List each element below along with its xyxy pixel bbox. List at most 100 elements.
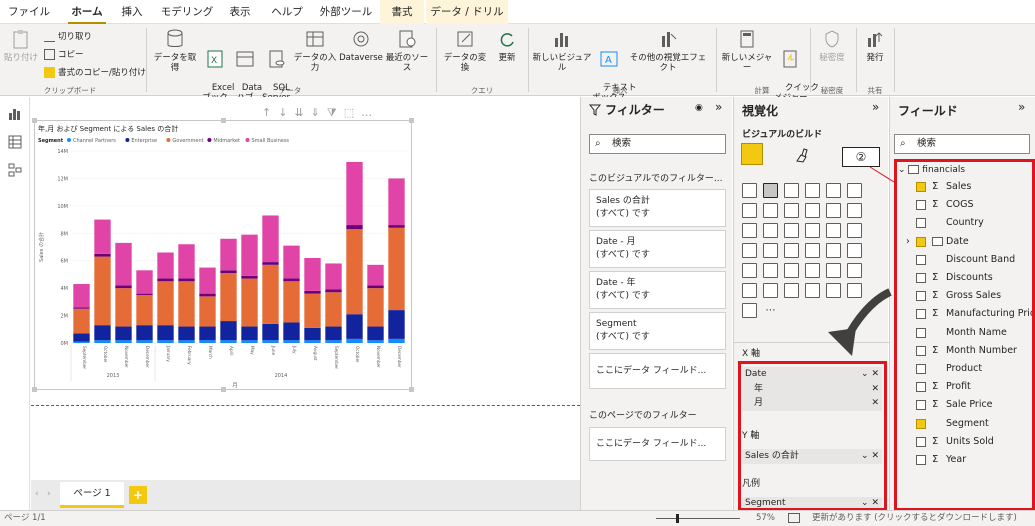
bar-segment[interactable]	[346, 338, 363, 343]
tab-external-tools[interactable]: 外部ツール	[316, 0, 376, 24]
new-measure-button[interactable]: 新しいメジャー	[720, 24, 774, 73]
decomposition-chart-icon[interactable]	[742, 283, 757, 298]
filled-map-chart-icon[interactable]	[763, 243, 778, 258]
bar-segment[interactable]	[367, 264, 384, 286]
bar-segment[interactable]	[157, 325, 174, 341]
more-options-icon[interactable]: …	[361, 106, 379, 119]
bar-segment[interactable]	[283, 245, 300, 279]
bar-segment[interactable]	[262, 215, 279, 263]
bar-segment[interactable]	[367, 340, 384, 343]
legend-item[interactable]: Channel Partners	[73, 138, 116, 144]
more-visuals-button[interactable]: その他の視覚エフェクト	[626, 24, 710, 73]
collapse-icon[interactable]: »	[872, 100, 879, 114]
bar-segment[interactable]	[136, 325, 153, 341]
bar-segment[interactable]	[241, 326, 258, 341]
bar-segment[interactable]	[388, 338, 405, 343]
stacked-bar-chart-icon[interactable]	[742, 183, 757, 198]
bar-segment[interactable]	[73, 308, 90, 334]
refresh-button[interactable]: 更新	[492, 24, 522, 63]
bar-segment[interactable]	[115, 326, 132, 341]
bar-segment[interactable]	[94, 253, 111, 257]
tab-file[interactable]: ファイル	[6, 0, 52, 24]
bar-segment[interactable]	[388, 310, 405, 339]
map-chart-icon[interactable]	[742, 243, 757, 258]
bar-segment[interactable]	[388, 178, 405, 226]
expand-next-icon[interactable]: ⇓	[311, 106, 327, 119]
bar-segment[interactable]	[136, 270, 153, 294]
stacked-area-chart-icon[interactable]	[784, 203, 799, 218]
collapse-icon[interactable]: »	[715, 100, 722, 114]
enter-data-button[interactable]: データの入力	[291, 24, 339, 73]
bar-segment[interactable]	[178, 244, 195, 279]
bar-segment[interactable]	[157, 281, 174, 326]
add-field-dropzone[interactable]: ここにデータ フィールド...	[589, 353, 726, 389]
bar-segment[interactable]	[136, 340, 153, 343]
cut-button[interactable]: 切り取り	[44, 30, 92, 44]
legend-item[interactable]: Enterprise	[131, 138, 157, 144]
tab-modeling[interactable]: モデリング	[160, 0, 214, 24]
tab-help[interactable]: ヘルプ	[268, 0, 306, 24]
area-chart-icon[interactable]	[763, 203, 778, 218]
model-view-icon[interactable]	[8, 163, 22, 177]
bar-segment[interactable]	[178, 326, 195, 341]
bar-segment[interactable]	[94, 256, 111, 326]
slicer-chart-icon[interactable]	[742, 263, 757, 278]
bar-segment[interactable]	[262, 264, 279, 324]
bar-segment[interactable]	[241, 234, 258, 276]
bar-segment[interactable]	[304, 257, 321, 291]
build-visual-tab[interactable]	[741, 143, 763, 165]
add-page-field-dropzone[interactable]: ここにデータ フィールド...	[589, 427, 726, 461]
bar-segment[interactable]	[283, 322, 300, 341]
bar-segment[interactable]	[325, 263, 342, 290]
transform-data-button[interactable]: データの変換	[440, 24, 490, 73]
report-view-icon[interactable]	[8, 107, 22, 121]
bar-segment[interactable]	[73, 284, 90, 308]
filter-card[interactable]: Date - 年 (すべて) です	[589, 271, 726, 309]
bar-segment[interactable]	[325, 292, 342, 327]
bar-segment[interactable]	[199, 340, 216, 343]
bar-segment[interactable]	[136, 295, 153, 326]
bar-segment[interactable]	[388, 225, 405, 228]
qa-chart-icon[interactable]	[763, 283, 778, 298]
fit-page-icon[interactable]	[788, 513, 800, 523]
bar-segment[interactable]	[220, 321, 237, 341]
copy-button[interactable]: コピー	[44, 48, 84, 62]
bar-segment[interactable]	[367, 326, 384, 341]
bar-segment[interactable]	[325, 289, 342, 293]
eye-icon[interactable]: ◉	[695, 103, 703, 113]
bar-segment[interactable]	[199, 326, 216, 341]
stacked-column-chart[interactable]: 年,月 および Segment による Sales の合計 Segment Ch…	[32, 118, 414, 392]
update-notice[interactable]: 更新があります (クリックするとダウンロードします)	[812, 511, 1017, 526]
line-chart-icon[interactable]	[742, 203, 757, 218]
matrix-chart-icon[interactable]	[784, 263, 799, 278]
bar-segment[interactable]	[241, 275, 258, 279]
bar-segment[interactable]	[220, 340, 237, 343]
tab-data-drill[interactable]: データ / ドリル	[426, 0, 508, 24]
bar-segment[interactable]	[262, 262, 279, 265]
dataverse-button[interactable]: Dataverse	[339, 24, 383, 63]
drill-up-icon[interactable]: ↑	[262, 106, 278, 119]
bar-segment[interactable]	[262, 323, 279, 341]
tab-view[interactable]: 表示	[224, 0, 256, 24]
tab-format[interactable]: 書式	[380, 0, 424, 24]
power-automate-chart-icon[interactable]	[742, 303, 757, 318]
bar-segment[interactable]	[115, 288, 132, 327]
bar-segment[interactable]	[325, 326, 342, 341]
paginated-chart-icon[interactable]	[784, 283, 799, 298]
bar-segment[interactable]	[304, 327, 321, 341]
field-search-input[interactable]: ⌕ 検索	[894, 134, 1030, 154]
format-painter-button[interactable]: 書式のコピー/貼り付け	[44, 66, 146, 80]
bar-segment[interactable]	[367, 285, 384, 289]
bar-segment[interactable]	[346, 225, 363, 230]
bar-segment[interactable]	[283, 340, 300, 343]
page-tab[interactable]: ページ 1	[60, 482, 124, 508]
bar-segment[interactable]	[220, 273, 237, 322]
filter-search-input[interactable]: ⌕ 検索	[589, 134, 726, 154]
filter-card[interactable]: Segment (すべて) です	[589, 312, 726, 350]
bar-segment[interactable]	[346, 314, 363, 339]
focus-mode-icon[interactable]: ⬚	[344, 106, 361, 119]
prev-page-icon[interactable]: ‹	[35, 489, 39, 499]
publish-button[interactable]: 発行	[860, 24, 890, 63]
bar-segment[interactable]	[346, 229, 363, 315]
bar-segment[interactable]	[367, 288, 384, 327]
